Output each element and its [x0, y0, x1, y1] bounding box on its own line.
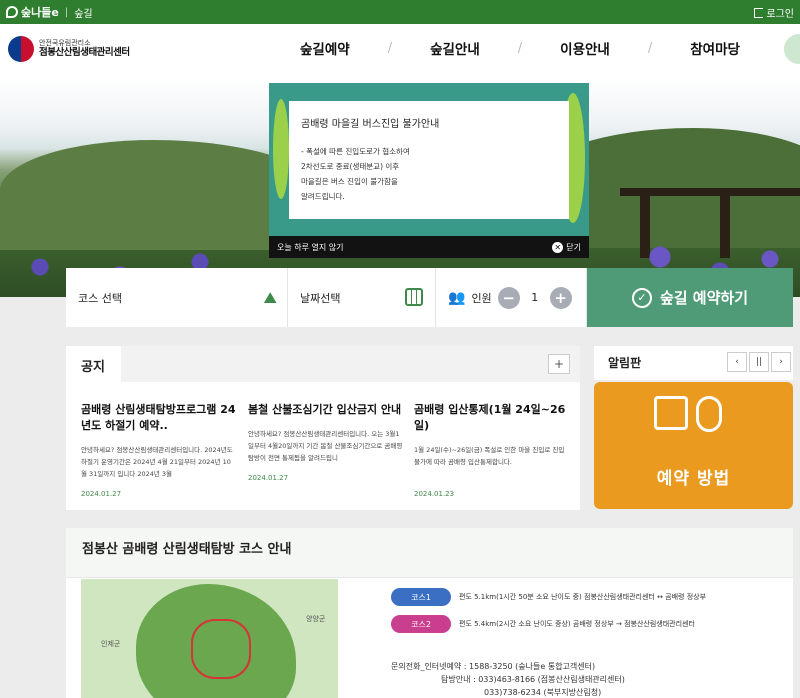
bulletin-next-button[interactable]: › — [771, 352, 791, 372]
course-row: 코스2 편도 5.4km(2시간 소요 난이도 중상) 곰배령 정상부 → 점봉… — [391, 615, 695, 633]
tab-notice[interactable]: 공지 — [66, 346, 121, 382]
course-description: 편도 5.1km(1시간 50분 소요 난이도 중) 점봉산산림생태관리센터 ↔… — [459, 593, 707, 601]
course-description: 편도 5.4km(2시간 소요 난이도 중상) 곰배령 정상부 → 점봉산산림생… — [459, 620, 695, 628]
popup-close-label: 닫기 — [566, 242, 581, 252]
post-summary: 1월 24일(수)~26일(금) 폭설로 인한 마을 진입로 진입불가에 따라 … — [414, 446, 565, 466]
divider: | — [64, 6, 69, 18]
main-nav: 숲길예약 / 숲길안내 / 이용안내 / 참여마당 — [300, 38, 740, 59]
close-icon: ✕ — [552, 241, 564, 253]
course-map: 인제군 양양군 — [81, 579, 338, 698]
check-icon: ✓ — [631, 287, 652, 308]
notice-post[interactable]: 곰배령 입산통제(1월 24일~26일) 1월 24일(수)~26일(금) 폭설… — [414, 402, 569, 498]
site-header: 안전국유림관리소 점봉산산림생태관리센터 숲길예약 / 숲길안내 / 이용안내 … — [0, 24, 800, 78]
login-label: 로그인 — [766, 9, 794, 20]
map-label: 양양군 — [306, 615, 326, 623]
reserve-button[interactable]: ✓ 숲길 예약하기 — [587, 268, 793, 327]
reserve-button-label: 숲길 예약하기 — [659, 289, 749, 307]
bulletin-pause-button[interactable]: || — [749, 352, 769, 372]
nav-item-guide[interactable]: 숲길안내 — [430, 38, 480, 58]
map-label: 인제군 — [101, 640, 121, 648]
bulletin-controls: ‹ || › — [727, 352, 791, 372]
course-guide: 점봉산 곰배령 산림생태탐방 코스 안내 인제군 양양군 코스1 편도 5.1k… — [66, 528, 793, 698]
org-line2: 점봉산산림생태관리센터 — [39, 46, 130, 58]
notice-post[interactable]: 봄철 산불조심기간 입산금지 안내 안녕하세요? 점봉산산림생태관리센터입니다.… — [248, 402, 403, 482]
post-title: 곰배령 입산통제(1월 24일~26일) — [414, 403, 566, 432]
popup-card: 곰배령 마을길 버스진입 불가안내 - 폭설에 따른 진입도로가 협소하여 2차… — [289, 101, 569, 219]
notice-post[interactable]: 곰배령 산림생태탐방프로그램 24년도 하절기 예약.. 안녕하세요? 점봉산산… — [81, 402, 236, 498]
contact-line: 문의전화_인터넷예약 : 1588-3250 (숲나들e 통합고객센터) — [391, 662, 596, 671]
bulletin-prev-button[interactable]: ‹ — [727, 352, 747, 372]
notice-panel: 공지 + 곰배령 산림생태탐방프로그램 24년도 하절기 예약.. 안녕하세요?… — [66, 346, 580, 510]
popup-line: 2차선도로 종료(생태분교) 이후 — [301, 162, 400, 171]
date-select-label: 날짜선택 — [300, 291, 341, 305]
popup-close-button[interactable]: ✕ 닫기 — [552, 241, 581, 253]
org-logo[interactable]: 안전국유림관리소 점봉산산림생태관리센터 — [8, 36, 130, 62]
popup-line: 마을길은 버스 진입이 불가함을 — [301, 177, 398, 186]
map-route — [191, 619, 251, 679]
course-select[interactable]: 코스 선택 ⛰ — [66, 268, 288, 327]
leaf-icon — [6, 6, 18, 18]
banner-label: 예약 방법 — [656, 469, 731, 489]
post-date: 2024.01.27 — [248, 474, 289, 482]
nav-item-reservation[interactable]: 숲길예약 — [300, 38, 350, 58]
calendar-icon — [405, 288, 423, 306]
people-stepper: 👥 인원 − 1 + — [436, 268, 587, 327]
people-label: 인원 — [471, 291, 492, 305]
contact-info: 문의전화_인터넷예약 : 1588-3250 (숲나들e 통합고객센터) 탐방안… — [391, 660, 625, 698]
nav-divider: / — [647, 40, 653, 56]
nav-divider: / — [387, 40, 393, 56]
notice-popup: 곰배령 마을길 버스진입 불가안내 - 폭설에 따른 진입도로가 협소하여 2차… — [269, 83, 589, 258]
popup-footer: 오늘 하루 열지 않기 ✕ 닫기 — [269, 236, 589, 258]
nav-divider: / — [517, 40, 523, 56]
bush-decoration — [273, 99, 289, 199]
brand-logo-text: 숲나들e — [21, 6, 59, 19]
no-show-today-button[interactable]: 오늘 하루 열지 않기 — [277, 242, 344, 253]
nav-item-usage[interactable]: 이용안내 — [560, 38, 610, 58]
post-summary: 안녕하세요? 점봉산산림생태관리센터입니다. 오는 3월1일부터 4월20일까지… — [248, 430, 403, 462]
course-row: 코스1 편도 5.1km(1시간 50분 소요 난이도 중) 점봉산산림생태관리… — [391, 588, 706, 606]
post-title: 봄철 산불조심기간 입산금지 안내 — [248, 403, 402, 416]
popup-line: - 폭설에 따른 진입도로가 협소하여 — [301, 147, 410, 156]
brand-logo[interactable]: 숲나들e — [6, 4, 59, 20]
date-select[interactable]: 날짜선택 — [288, 268, 436, 327]
booking-bar: 코스 선택 ⛰ 날짜선택 👥 인원 − 1 + ✓ 숲길 예약하기 — [66, 268, 793, 327]
popup-body: - 폭설에 따른 진입도로가 협소하여 2차선도로 종료(생태분교) 이후 마을… — [301, 144, 557, 204]
login-link[interactable]: 로그인 — [754, 5, 794, 20]
bulletin-panel: 알림판 ‹ || › 예약 방법 — [594, 346, 793, 511]
people-icon: 👥 — [448, 289, 466, 306]
calendar-click-icon — [654, 396, 688, 430]
hiking-icon: ⛰ — [263, 288, 277, 307]
notice-tab-bar — [121, 346, 580, 382]
mouse-icon — [696, 396, 722, 432]
course-badge[interactable]: 코스1 — [391, 588, 451, 606]
section-label[interactable]: 숲길 — [74, 5, 92, 20]
reservation-method-banner[interactable]: 예약 방법 — [594, 382, 793, 509]
contact-line: 033)738-6234 (북부지방산림청) — [484, 688, 602, 697]
popup-title: 곰배령 마을길 버스진입 불가안내 — [301, 119, 440, 130]
user-avatar[interactable] — [784, 34, 800, 64]
course-badge[interactable]: 코스2 — [391, 615, 451, 633]
government-emblem-icon — [8, 36, 34, 62]
course-select-label: 코스 선택 — [78, 291, 122, 305]
contact-line: 탐방안내 : 033)463-8166 (점봉산산림생태관리센터) — [441, 675, 625, 684]
notice-more-button[interactable]: + — [548, 354, 570, 374]
increase-people-button[interactable]: + — [549, 286, 572, 309]
course-guide-title: 점봉산 곰배령 산림생태탐방 코스 안내 — [66, 528, 793, 578]
nav-item-participation[interactable]: 참여마당 — [690, 38, 740, 58]
post-title: 곰배령 산림생태탐방프로그램 24년도 하절기 예약.. — [81, 403, 236, 432]
post-date: 2024.01.27 — [81, 490, 122, 498]
people-count: 1 — [531, 291, 539, 304]
login-icon — [754, 7, 764, 18]
popup-line: 알려드립니다. — [301, 192, 345, 201]
post-summary: 안녕하세요? 점봉산산림생태관리센터입니다. 2024년도 하절기 운영기간은 … — [81, 446, 233, 478]
top-bar: 숲나들e | 숲길 로그인 — [0, 0, 800, 24]
post-date: 2024.01.23 — [414, 490, 455, 498]
decrease-people-button[interactable]: − — [497, 286, 520, 309]
